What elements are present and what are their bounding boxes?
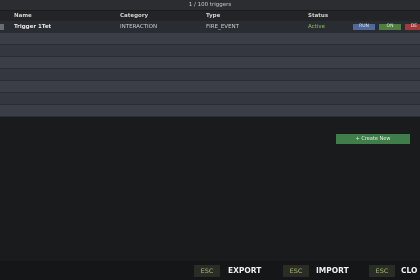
- toggle-on-button[interactable]: ON: [379, 24, 401, 30]
- header-category[interactable]: Category: [120, 11, 148, 21]
- header-type[interactable]: Type: [206, 11, 220, 21]
- import-key[interactable]: ESC: [283, 265, 309, 277]
- close-label[interactable]: CLO: [401, 265, 417, 277]
- delete-button[interactable]: DE: [405, 24, 420, 30]
- empty-row: [0, 105, 420, 117]
- table-header: Name Category Type Status: [0, 11, 420, 21]
- empty-row: [0, 33, 420, 45]
- table-row[interactable]: Trigger 1Tet INTERACTION FIRE_EVENT Acti…: [0, 21, 420, 33]
- header-name[interactable]: Name: [14, 11, 32, 21]
- export-key[interactable]: ESC: [194, 265, 220, 277]
- import-label[interactable]: IMPORT: [316, 265, 349, 277]
- empty-row: [0, 57, 420, 69]
- trigger-count: 1 / 100 triggers: [0, 0, 420, 10]
- row-type: FIRE_EVENT: [206, 24, 240, 30]
- create-new-button[interactable]: + Create New: [336, 134, 410, 144]
- row-category: INTERACTION: [120, 24, 158, 30]
- row-select-checkbox[interactable]: [0, 24, 4, 30]
- run-button[interactable]: RUN: [353, 24, 375, 30]
- header-status[interactable]: Status: [308, 11, 328, 21]
- row-name: Trigger 1Tet: [14, 24, 52, 30]
- empty-row: [0, 93, 420, 105]
- empty-row: [0, 45, 420, 57]
- trigger-table: Trigger 1Tet INTERACTION FIRE_EVENT Acti…: [0, 21, 420, 117]
- empty-row: [0, 81, 420, 93]
- empty-row: [0, 69, 420, 81]
- shortcut-footer: ESC EXPORT ESC IMPORT ESC CLO: [0, 261, 420, 280]
- export-label[interactable]: EXPORT: [228, 265, 261, 277]
- row-status: Active: [308, 24, 326, 30]
- close-key[interactable]: ESC: [369, 265, 395, 277]
